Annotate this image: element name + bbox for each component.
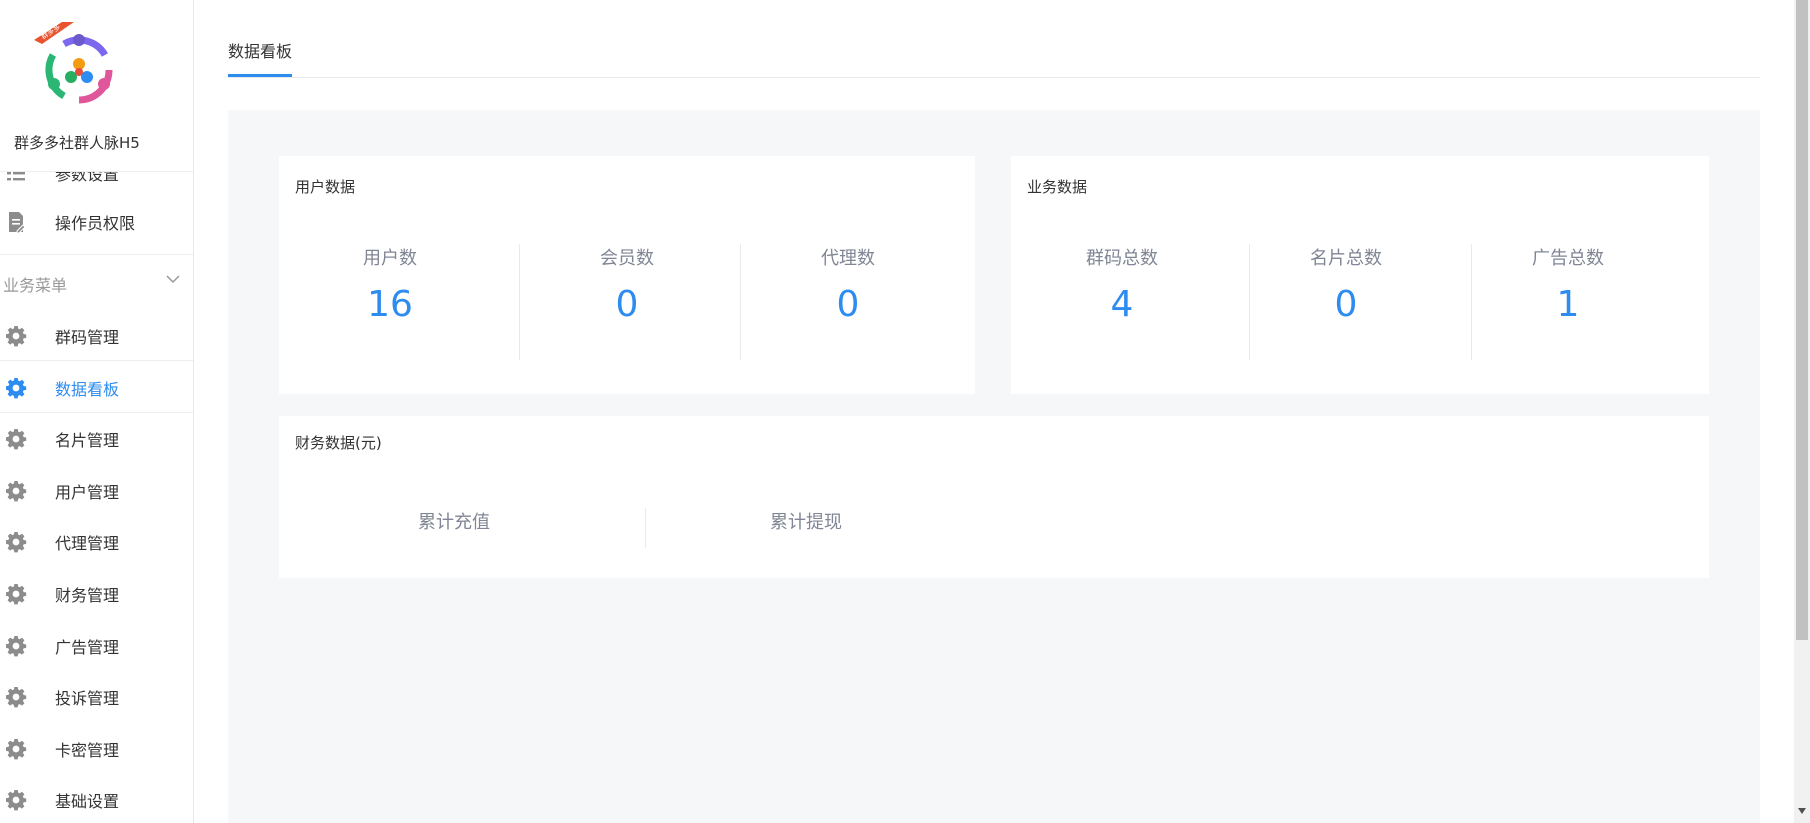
stat-value: 0 <box>1334 284 1358 325</box>
sidebar-item-9[interactable]: 卡密管理 <box>0 724 193 774</box>
sidebar: 参数设置 操作员权限 业务菜单 群码管理 数据看板 名片管理 用户管理 代理管理 财务管理… <box>0 0 194 823</box>
stat-label: 累计充值 <box>418 512 490 533</box>
stat-value: 1 <box>1556 284 1580 325</box>
business-data-card: 业务数据 群码总数 4 名片总数 0 广告总数 1 <box>1011 156 1709 394</box>
logo-badge-text: 群多多 <box>39 22 62 41</box>
sidebar-item-3[interactable]: 名片管理 <box>0 414 193 464</box>
gear-icon <box>6 790 27 811</box>
finance-data-card: 财务数据(元) 累计充值 累计提现 <box>279 416 1709 578</box>
brand-header: 群多多 群多多社群人脉H5 <box>0 0 193 172</box>
tab-bar: 数据看板 <box>228 0 1760 78</box>
gear-icon <box>6 325 27 346</box>
sidebar-item-1[interactable]: 群码管理 <box>0 311 193 361</box>
sidebar-item-label: 名片管理 <box>55 431 120 450</box>
stat-label: 用户数 <box>363 248 417 269</box>
sidebar-item-label: 代理管理 <box>55 534 120 553</box>
gear-icon <box>6 584 27 605</box>
scrollbar-thumb[interactable] <box>1796 0 1808 640</box>
stat-value: 0 <box>615 284 639 325</box>
gear-icon <box>6 532 27 553</box>
menu-group-business[interactable]: 业务菜单 <box>0 254 193 306</box>
stat-value: 16 <box>367 284 413 325</box>
gear-icon <box>6 636 27 657</box>
gear-icon <box>6 481 27 502</box>
card-title: 财务数据(元) <box>295 434 382 452</box>
dashboard-area: 用户数据 用户数 16 会员数 0 代理数 0 业务数据 群码总数 4 名片总数… <box>228 110 1760 823</box>
tab-dashboard[interactable]: 数据看板 <box>228 38 293 77</box>
sidebar-item-label: 用户管理 <box>55 483 120 502</box>
sidebar-item-2[interactable]: 数据看板 <box>0 363 193 413</box>
sidebar-item-4[interactable]: 用户管理 <box>0 466 193 516</box>
user-data-card: 用户数据 用户数 16 会员数 0 代理数 0 <box>279 156 975 394</box>
stat-agent-count: 代理数 0 <box>737 244 959 360</box>
sidebar-item-operator-permissions[interactable]: 操作员权限 <box>0 197 193 247</box>
sidebar-item-label: 投诉管理 <box>55 689 120 708</box>
sidebar-item-label: 财务管理 <box>55 586 120 605</box>
sidebar-item-10[interactable]: 基础设置 <box>0 775 193 823</box>
gear-icon <box>6 429 27 450</box>
brand-name: 群多多社群人脉H5 <box>14 134 140 152</box>
stat-value: 0 <box>836 284 860 325</box>
chevron-down-icon <box>166 275 180 284</box>
menu-group-label: 业务菜单 <box>3 276 68 295</box>
sidebar-item-label: 卡密管理 <box>55 741 120 760</box>
card-title: 用户数据 <box>295 178 356 196</box>
main-content: 数据看板 用户数据 用户数 16 会员数 0 代理数 0 业务数据 群码总数 4… <box>194 0 1794 823</box>
stat-value: 4 <box>1110 284 1134 325</box>
stat-label: 广告总数 <box>1532 248 1604 269</box>
gear-icon <box>6 687 27 708</box>
page-scrollbar[interactable] <box>1794 0 1810 823</box>
sidebar-item-6[interactable]: 财务管理 <box>0 569 193 619</box>
sidebar-item-label: 广告管理 <box>55 638 120 657</box>
stat-group-code-total: 群码总数 4 <box>1011 244 1233 360</box>
stat-ad-total: 广告总数 1 <box>1457 244 1679 360</box>
stat-card-total: 名片总数 0 <box>1235 244 1457 360</box>
stat-label: 群码总数 <box>1086 248 1158 269</box>
sidebar-item-label: 基础设置 <box>55 792 120 811</box>
brand-logo: 群多多 <box>34 22 113 104</box>
sidebar-item-label: 群码管理 <box>55 327 120 347</box>
stat-total-withdrawal: 累计提现 <box>631 508 981 534</box>
sidebar-item-label: 操作员权限 <box>55 214 136 233</box>
sidebar-item-7[interactable]: 广告管理 <box>0 621 193 671</box>
stat-total-recharge: 累计充值 <box>279 508 629 534</box>
gear-icon <box>6 377 27 398</box>
sidebar-item-5[interactable]: 代理管理 <box>0 517 193 567</box>
scroll-down-arrow-icon[interactable] <box>1798 808 1806 814</box>
sidebar-item-label: 数据看板 <box>55 379 120 399</box>
gear-icon <box>6 739 27 760</box>
stat-label: 名片总数 <box>1310 248 1382 269</box>
stat-label: 累计提现 <box>770 512 842 533</box>
stat-label: 代理数 <box>821 248 875 269</box>
card-title: 业务数据 <box>1027 178 1088 196</box>
sidebar-item-8[interactable]: 投诉管理 <box>0 672 193 722</box>
stat-user-count: 用户数 16 <box>279 244 501 360</box>
stat-label: 会员数 <box>600 248 654 269</box>
stat-member-count: 会员数 0 <box>516 244 738 360</box>
document-edit-icon <box>9 212 26 234</box>
